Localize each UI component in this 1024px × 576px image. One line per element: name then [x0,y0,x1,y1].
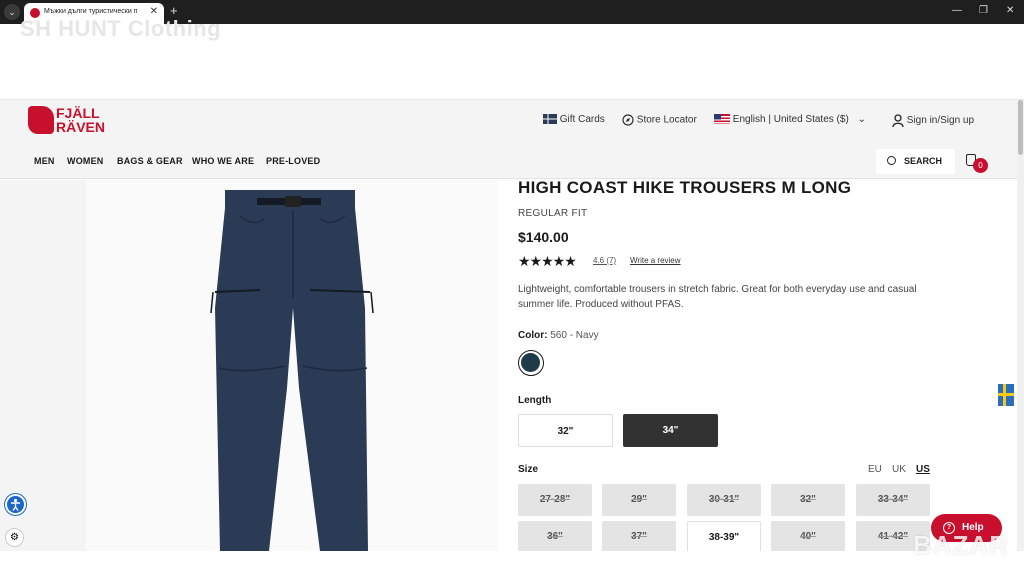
cookie-settings-icon[interactable]: ⚙ [5,528,24,547]
bottom-strip [0,551,1024,576]
size-option[interactable]: 37" [602,521,676,553]
chevron-down-icon: ⌄ [857,114,866,125]
product-title: HIGH COAST HIKE TROUSERS M LONG [518,178,852,197]
store-locator-label: Store Locator [636,114,697,126]
nav-who-we-are[interactable]: WHO WE ARE [192,156,254,166]
length-label: Length [518,395,552,406]
watermark-logo: BAZAR [913,530,1009,560]
nav-pre-loved[interactable]: PRE-LOVED [266,156,320,166]
page-scrollbar[interactable] [1017,100,1024,551]
tab-search-button[interactable]: ⌄ [4,4,20,20]
maximize-button[interactable]: ❐ [979,5,988,16]
gift-card-icon [543,114,557,125]
us-flag-icon [714,114,730,125]
site-header [0,100,1018,179]
trousers-image [210,190,374,551]
nav-bags-gear[interactable]: BAGS & GEAR [117,156,183,166]
size-option[interactable]: 33-34" [856,484,930,516]
signin-label: Sign in/Sign up [906,115,975,127]
language-selector[interactable]: English | United States ($) ⌄ [714,114,866,125]
store-locator-link[interactable]: Store Locator [622,114,697,126]
write-review-link[interactable]: Write a review [630,256,681,265]
unit-eu[interactable]: EU [868,464,882,475]
color-swatch-navy[interactable] [518,350,544,376]
unit-us[interactable]: US [916,464,930,475]
color-label: Color: 560 - Navy [518,330,599,341]
cart-count-badge: 0 [973,158,988,173]
size-option[interactable]: 36" [518,521,592,553]
search-button[interactable]: SEARCH [876,149,955,174]
language-label: English | United States ($) [732,114,849,125]
sweden-flag-icon [998,384,1014,406]
signin-link[interactable]: Sign in/Sign up [892,114,974,127]
product-fit: REGULAR FIT [518,208,588,219]
minimize-button[interactable]: — [952,5,962,16]
rating-stars-icon: ★★★★★ [518,253,577,269]
site-brand-text: SH HUNT Clothing [20,16,222,41]
nav-women[interactable]: WOMEN [67,156,104,166]
size-option-available[interactable]: 38-39" [687,521,761,553]
compass-icon [622,114,634,126]
logo-line-2: RÄVEN [56,119,106,135]
color-label-title: Color: [518,330,548,341]
nav-men[interactable]: MEN [34,156,55,166]
size-option[interactable]: 30-31" [687,484,761,516]
logo-line-1: FJÄLL [56,105,100,121]
color-value: 560 - Navy [550,330,599,341]
rating-link[interactable]: 4.6 (7) [593,256,616,265]
search-label: SEARCH [904,156,943,166]
length-option-34[interactable]: 34" [623,414,718,447]
gift-cards-label: Gift Cards [559,114,605,125]
size-option[interactable]: 27-28" [518,484,592,516]
user-icon [892,114,904,127]
size-option[interactable]: 40" [771,521,845,553]
fox-logo-icon [28,106,54,134]
scrollbar-thumb[interactable] [1018,100,1023,155]
unit-uk[interactable]: UK [892,464,906,475]
close-window-button[interactable]: ✕ [1006,5,1014,16]
size-label: Size [518,464,539,475]
gift-cards-link[interactable]: Gift Cards [543,114,605,125]
size-option[interactable]: 29" [602,484,676,516]
product-price: $140.00 [518,229,569,245]
search-icon [887,156,896,165]
length-option-32[interactable]: 32" [518,414,613,447]
product-description: Lightweight, comfortable trousers in str… [518,284,917,310]
tab-title: Мъжки дълги туристически п [44,8,138,15]
size-option[interactable]: 32" [771,484,845,516]
accessibility-icon[interactable] [5,494,26,515]
